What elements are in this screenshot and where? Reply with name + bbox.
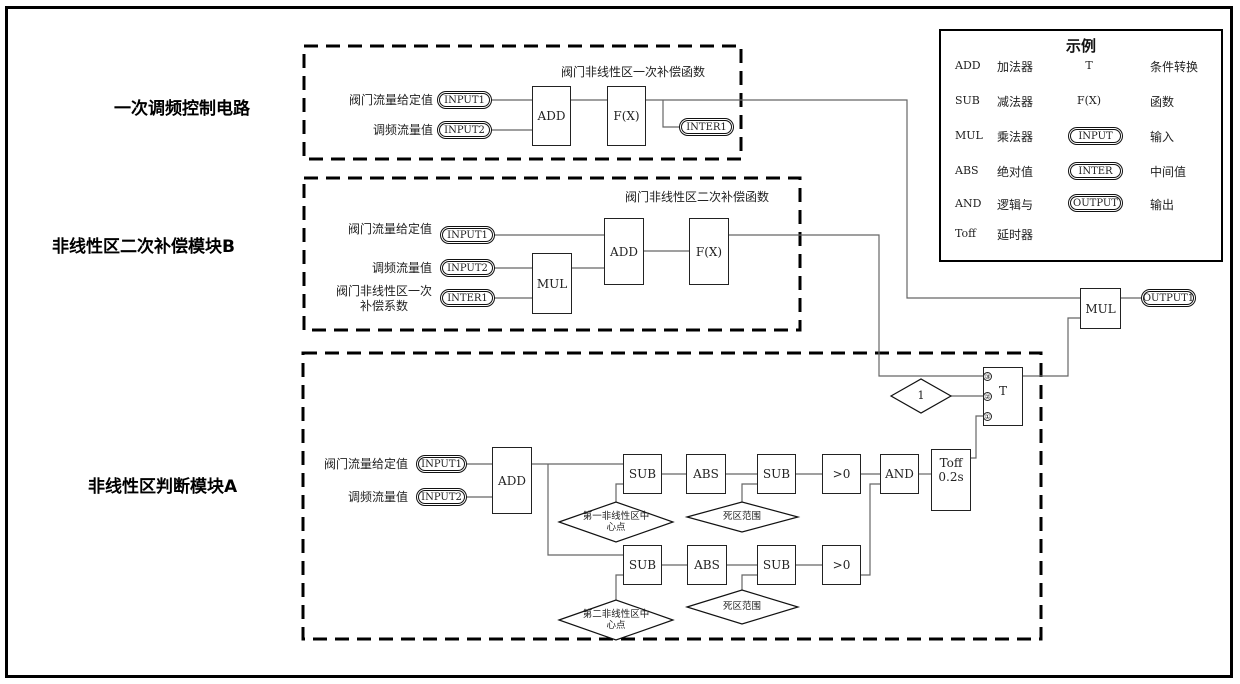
row2-sub2-block: SUB [757, 545, 796, 585]
legend-symbol-inter-pill: INTER [1068, 162, 1123, 180]
legend-code: AND [955, 197, 982, 210]
switch-port-1: ① [983, 412, 992, 421]
module-b-input1-tag: INPUT1 [440, 226, 495, 244]
row1-center-label-line2: 心点 [606, 522, 626, 533]
legend-title: 示例 [1065, 37, 1096, 55]
row1-dead-zone-label: 死区范围 [722, 511, 761, 522]
module-a-input2-tag: INPUT2 [416, 488, 467, 506]
module-a-input2-label: 调频流量值 [347, 490, 408, 504]
module-b-inter1-tag: INTER1 [440, 289, 495, 307]
module-a-input1-label: 阀门流量给定值 [323, 457, 408, 471]
row2-center-label-line1: 第二非线性区中 [582, 609, 650, 620]
primary-input2-label: 调频流量值 [372, 123, 433, 137]
legend-code: ADD [955, 59, 981, 72]
legend-name: 减法器 [997, 95, 1034, 109]
row1-sub2-block: SUB [757, 454, 796, 494]
legend-code: ABS [955, 164, 979, 177]
legend-name: 延时器 [997, 228, 1034, 242]
toff-block: Toff 0.2s [931, 449, 971, 511]
row2-center-label: 第二非线性区中 心点 [568, 609, 664, 631]
module-b-input3-label: 阀门非线性区一次 补偿系数 [336, 284, 432, 314]
legend-name: 乘法器 [997, 130, 1034, 144]
output1-tag: OUTPUT1 [1141, 289, 1196, 307]
toff-label: Toff [939, 456, 963, 470]
legend-name: 加法器 [997, 60, 1034, 74]
legend-code: Toff [955, 227, 976, 240]
module-a-input1-tag: INPUT1 [416, 455, 467, 473]
output-mul-block: MUL [1080, 288, 1121, 329]
legend-code: SUB [955, 94, 980, 107]
primary-input2-tag: INPUT2 [437, 121, 492, 139]
and-block: AND [880, 454, 919, 494]
legend-meaning: 输出 [1150, 198, 1175, 212]
row2-gt0-block: >0 [822, 545, 861, 585]
primary-section-title: 一次调频控制电路 [114, 99, 250, 119]
legend-code: MUL [955, 129, 983, 142]
primary-fx-block: F(X) [607, 86, 646, 146]
module-b-fx-block: F(X) [689, 218, 729, 285]
module-b-add-block: ADD [604, 218, 644, 285]
legend-meaning: 中间值 [1150, 165, 1187, 179]
row1-sub1-block: SUB [623, 454, 662, 494]
primary-input1-label: 阀门流量给定值 [348, 93, 433, 107]
legend-name: 逻辑与 [997, 198, 1034, 212]
primary-add-block: ADD [532, 86, 571, 146]
module-b-mul-block: MUL [532, 253, 572, 314]
switch-port-3: ③ [983, 372, 992, 381]
row1-gt0-block: >0 [822, 454, 861, 494]
primary-input1-tag: INPUT1 [437, 91, 492, 109]
legend-symbol-fx: F(X) [1076, 94, 1102, 107]
module-b-input3-label-line2: 补偿系数 [359, 299, 408, 313]
module-b-section-title: 非线性区二次补偿模块B [52, 237, 235, 257]
legend-name: 绝对值 [997, 165, 1034, 179]
module-b-input2-label: 调频流量值 [371, 261, 432, 275]
legend-meaning: 条件转换 [1150, 60, 1199, 74]
row1-center-label: 第一非线性区中 心点 [568, 511, 664, 533]
module-a-add-block: ADD [492, 447, 532, 514]
row2-dead-zone-label: 死区范围 [722, 601, 761, 612]
legend-symbol-input-pill: INPUT [1068, 127, 1123, 145]
row2-abs-block: ABS [687, 545, 727, 585]
module-b-input2-tag: INPUT2 [440, 259, 495, 277]
legend-panel: 示例 ADD 加法器 T 条件转换 SUB 减法器 F(X) 函数 MUL 乘法… [939, 29, 1223, 262]
row2-center-label-line2: 心点 [606, 620, 626, 631]
module-a-section-title: 非线性区判断模块A [88, 477, 238, 497]
row2-sub1-block: SUB [623, 545, 662, 585]
primary-inter1-tag: INTER1 [679, 118, 734, 136]
legend-symbol-t: T [1085, 59, 1093, 72]
legend-meaning: 函数 [1150, 95, 1175, 109]
toff-delay: 0.2s [938, 470, 964, 484]
module-b-subtitle: 阀门非线性区二次补偿函数 [625, 190, 770, 204]
legend-symbol-output-pill: OUTPUT [1068, 194, 1123, 212]
row1-center-label-line1: 第一非线性区中 [582, 511, 650, 522]
module-b-input3-label-line1: 阀门非线性区一次 [335, 284, 432, 298]
row1-abs-block: ABS [686, 454, 726, 494]
legend-meaning: 输入 [1150, 130, 1175, 144]
module-b-input1-label: 阀门流量给定值 [347, 222, 432, 236]
primary-subtitle: 阀门非线性区一次补偿函数 [561, 65, 706, 79]
switch-port-2: ② [983, 392, 992, 401]
const-value: 1 [917, 389, 925, 402]
